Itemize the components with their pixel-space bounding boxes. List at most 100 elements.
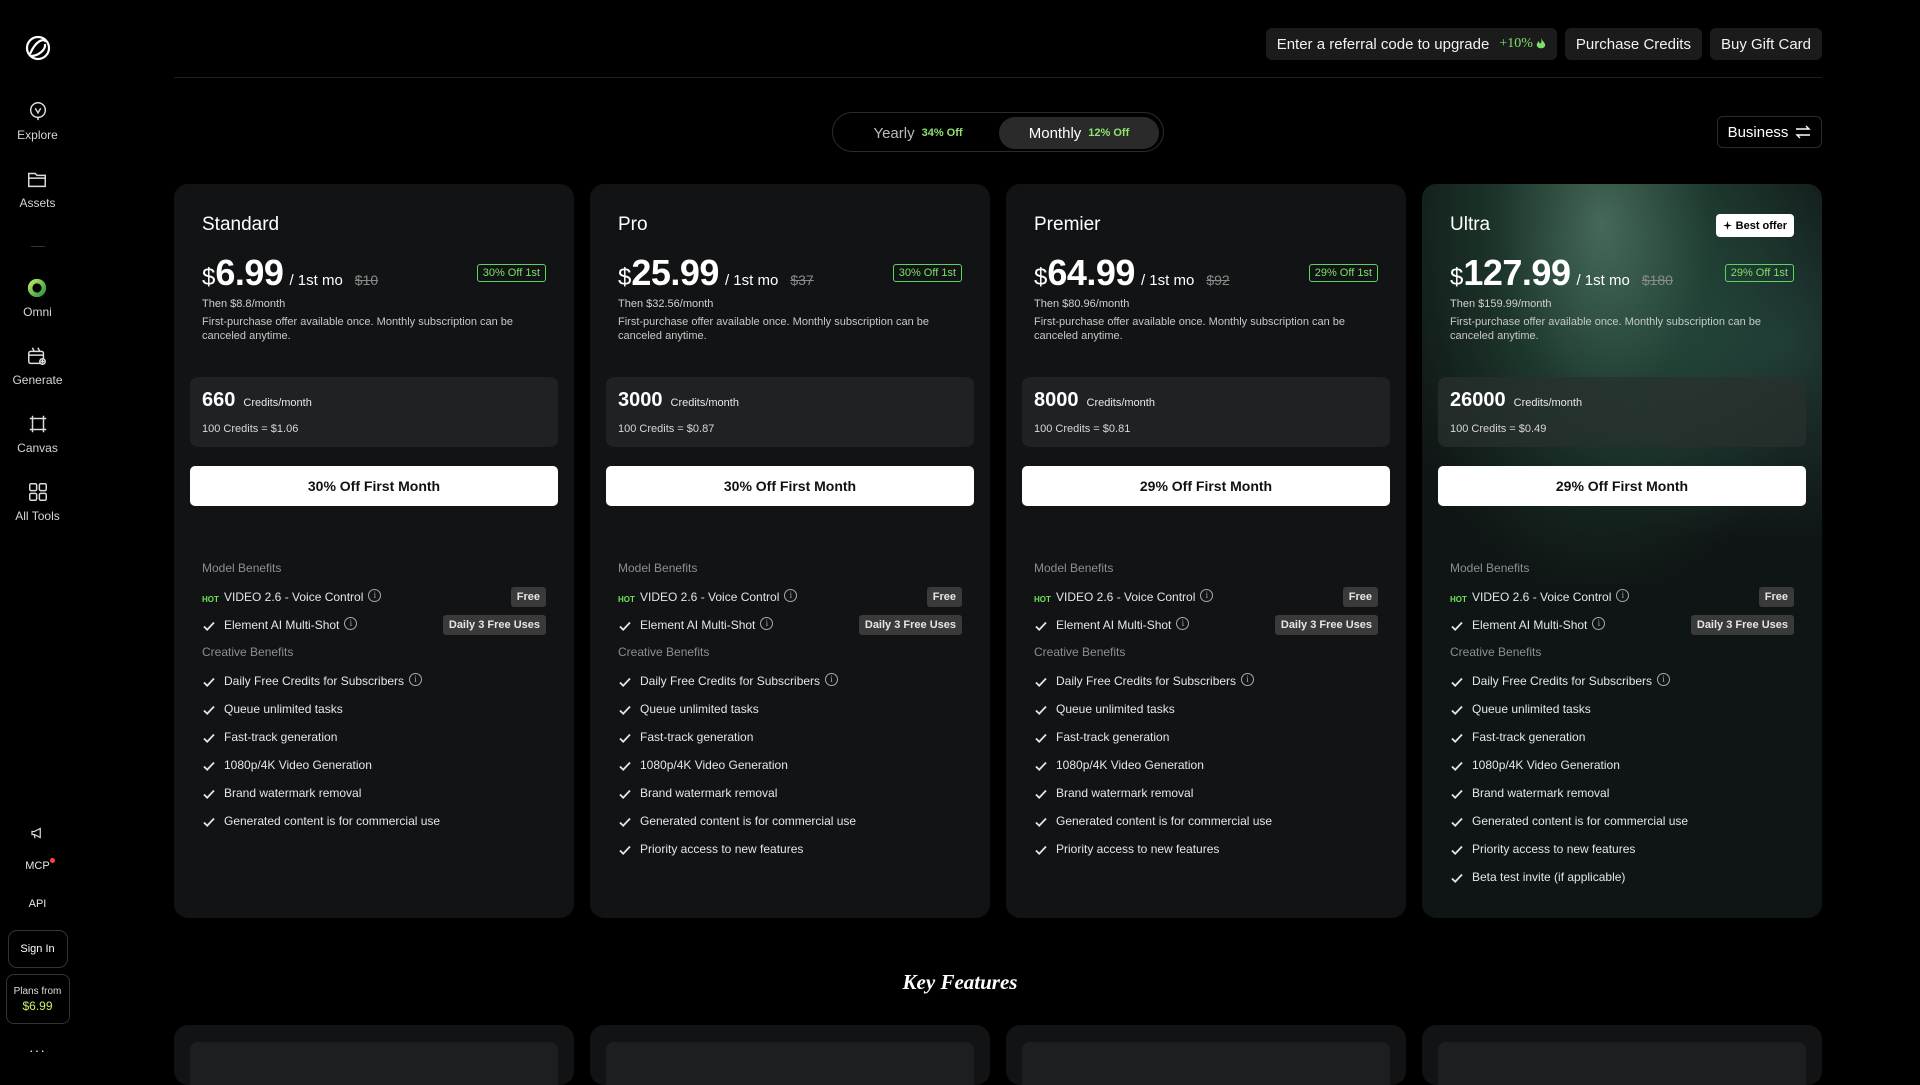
check-icon [1451,621,1463,631]
benefit-tag: Daily 3 Free Uses [1690,615,1794,635]
check-icon [1451,789,1463,799]
credits-rate: 100 Credits = $0.81 [1034,423,1130,435]
feature-label: 1080p/4K Video Generation [1056,758,1204,772]
feature-label: Generated content is for commercial use [640,814,857,828]
api-link[interactable]: API [29,898,47,910]
referral-code-button[interactable]: Enter a referral code to upgrade +10% [1265,28,1557,60]
offer-note: First-purchase offer available once. Mon… [202,316,514,342]
logo-icon[interactable] [22,32,54,64]
benefit-label: Daily Free Credits for Subscribers [224,674,405,688]
currency-symbol: $ [1034,264,1048,291]
original-price: $180 [1641,272,1673,288]
feature-card-media [190,1042,558,1085]
subscribe-button[interactable]: 29% Off First Month [1438,466,1806,506]
feature-row: Fast-track generation [1450,729,1794,757]
benefit-row-element: Element AI Multi-Shot i Daily 3 Free Uses [202,615,546,645]
feature-row: 1080p/4K Video Generation [618,757,962,785]
info-icon[interactable]: i [1176,617,1190,630]
sidebar-item-assets[interactable]: Assets [19,168,56,210]
info-icon[interactable]: i [1616,589,1630,602]
check-icon [1451,705,1463,715]
renewal-price: Then $32.56/month [618,298,713,310]
mcp-label: MCP [25,860,50,872]
info-icon[interactable]: i [1592,617,1606,630]
check-icon [1035,677,1047,687]
yearly-label: Yearly [873,124,915,142]
then-suffix: /month [1095,298,1130,310]
more-button[interactable]: ··· [29,1042,46,1058]
original-price: $92 [1206,272,1230,288]
feature-label: Fast-track generation [224,730,338,744]
business-toggle-button[interactable]: Business [1717,116,1822,148]
mcp-link[interactable]: MCP [25,858,55,872]
plan-card-ultra: Ultra Best offer $127.99 / 1st mo $180 29% Of… [1422,184,1822,918]
price-amount: 6.99 [215,252,284,293]
creative-benefits-heading: Creative Benefits [1034,645,1126,659]
credits-rate: 100 Credits = $0.87 [618,423,714,435]
sidebar-item-canvas[interactable]: Canvas [17,413,58,455]
info-icon[interactable]: i [825,673,839,686]
benefit-tag: Free [1758,587,1794,607]
info-icon[interactable]: i [1657,673,1671,686]
creative-benefits-heading: Creative Benefits [1450,645,1542,659]
plan-card-standard: Standard $6.99 / 1st mo $10 30% Off 1st Then … [174,184,574,918]
feature-row: 1080p/4K Video Generation [1450,757,1794,785]
then-prefix: Then [202,298,231,310]
credits-unit: Credits/month [1086,397,1155,409]
info-icon[interactable]: i [368,589,382,602]
subscribe-button[interactable]: 30% Off First Month [190,466,558,506]
folder-icon [28,172,47,188]
feature-row: Fast-track generation [618,729,962,757]
benefit-label: VIDEO 2.6 - Voice Control [640,590,780,604]
sidebar-item-explore[interactable]: Explore [17,100,58,142]
feature-card [1422,1025,1822,1085]
sign-in-button[interactable]: Sign In [7,930,68,968]
subscribe-button[interactable]: 29% Off First Month [1022,466,1390,506]
benefits-list: Model Benefits HOT VIDEO 2.6 - Voice Contr… [1450,561,1794,897]
original-price: $37 [790,272,814,288]
feature-card-media [1022,1042,1390,1085]
check-icon [619,705,631,715]
price-amount: 127.99 [1463,252,1571,293]
check-icon [619,621,631,631]
hot-badge: HOT [202,595,219,604]
feature-row: Priority access to new features [1034,841,1378,869]
notification-dot [49,858,55,863]
plan-name: Pro [618,214,648,235]
feature-label: Brand watermark removal [640,786,778,800]
feature-row: Brand watermark removal [618,785,962,813]
feature-row: Queue unlimited tasks [202,701,546,729]
model-benefits-heading: Model Benefits [1034,561,1114,575]
monthly-option[interactable]: Monthly 12% Off [999,117,1159,149]
feature-row: Beta test invite (if applicable) [1450,869,1794,897]
info-icon[interactable]: i [409,673,423,686]
info-icon[interactable]: i [760,617,774,630]
sidebar-bottom: MCP API Sign In Plans from $6.99 ··· [0,824,75,1080]
buy-gift-card-button[interactable]: Buy Gift Card [1709,28,1822,60]
sidebar-item-generate[interactable]: Generate [12,345,63,387]
feature-label: Generated content is for commercial use [1472,814,1689,828]
rate-value: $0.87 [686,423,715,435]
then-prefix: Then [618,298,647,310]
generate-icon [28,347,47,365]
explore-icon [29,102,46,121]
sidebar-item-omni[interactable]: Omni [23,277,52,319]
then-price: $80.96 [1062,298,1096,310]
credits-value: 3000 [618,389,663,411]
sidebar-item-all-tools[interactable]: All Tools [15,481,60,523]
megaphone-icon[interactable] [29,824,47,842]
info-icon[interactable]: i [1200,589,1214,602]
subscribe-button[interactable]: 30% Off First Month [606,466,974,506]
purchase-credits-button[interactable]: Purchase Credits [1564,28,1702,60]
check-icon [1451,817,1463,827]
price-row: $25.99 / 1st mo $37 [618,252,814,294]
yearly-option[interactable]: Yearly 34% Off [839,117,997,149]
info-icon[interactable]: i [344,617,358,630]
info-icon[interactable]: i [1241,673,1255,686]
then-suffix: /month [1517,298,1552,310]
key-features-title: Key Features [902,970,1018,994]
feature-card [1006,1025,1406,1085]
check-icon [1035,621,1047,631]
info-icon[interactable]: i [784,589,798,602]
top-bar: Enter a referral code to upgrade +10% Pu… [174,28,1822,78]
